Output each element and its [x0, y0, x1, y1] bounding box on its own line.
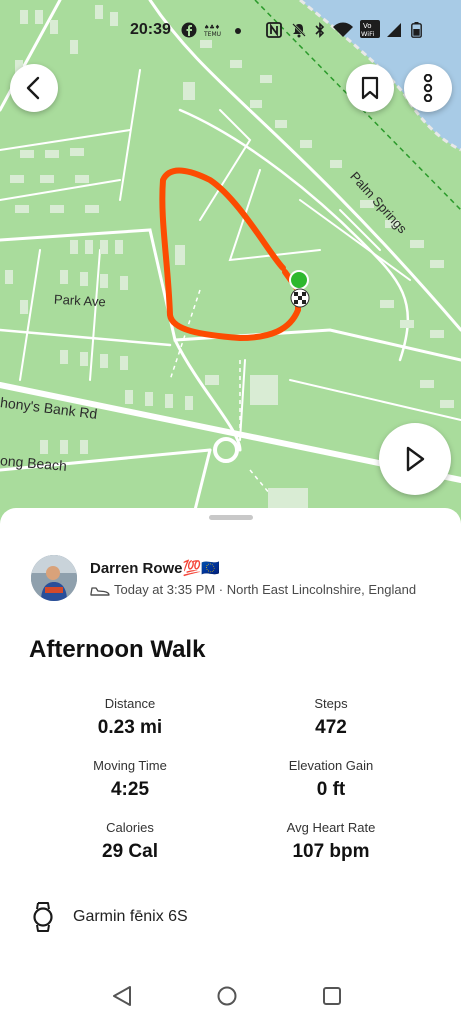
stat-value: 4:25	[110, 779, 150, 800]
stat-label: Distance	[104, 696, 156, 711]
bluetooth-icon	[315, 22, 325, 38]
stat-elevation-gain: Elevation Gain 0 ft	[231, 758, 431, 801]
stat-label: Calories	[106, 820, 154, 835]
signal-icon	[387, 23, 401, 37]
stat-value: 29 Cal	[102, 841, 158, 862]
svg-text:♠♣♦: ♠♣♦	[204, 24, 220, 31]
svg-text:WiFi: WiFi	[361, 30, 374, 38]
back-arrow-icon	[26, 76, 40, 100]
svg-text:TEMU: TEMU	[204, 31, 221, 38]
wifi-icon	[333, 22, 353, 37]
nfc-icon	[266, 22, 282, 38]
stat-steps: Steps 472	[231, 696, 431, 739]
battery-icon	[411, 22, 422, 38]
finish-marker	[290, 288, 310, 308]
svg-text:Vo: Vo	[363, 22, 372, 30]
start-marker	[289, 270, 309, 290]
stat-distance: Distance 0.23 mi	[30, 696, 230, 739]
play-icon	[406, 446, 425, 472]
activity-meta-text: Today at 3:35 PM · North East Lincolnshi…	[114, 582, 417, 597]
mute-icon	[292, 23, 306, 38]
status-time: 20:39	[130, 21, 171, 38]
device-row[interactable]: Garmin fēnix 6S	[32, 902, 188, 932]
athlete-name[interactable]: Darren Rowe💯🇪🇺	[90, 559, 220, 577]
map-label-park-ave: Park Ave	[53, 291, 107, 310]
more-vertical-icon	[423, 74, 433, 102]
status-bar: 20:39 ♠♣♦ TEMU Vo WiFi	[0, 0, 461, 56]
bookmark-button[interactable]	[346, 64, 394, 112]
stat-label: Steps	[314, 696, 348, 711]
play-flyover-button[interactable]	[379, 423, 451, 495]
activity-sheet: Darren Rowe💯🇪🇺 Today at 3:35 PM · North …	[0, 508, 461, 964]
avatar[interactable]	[31, 555, 77, 601]
watch-icon	[33, 902, 53, 932]
more-options-button[interactable]	[404, 64, 452, 112]
activity-meta: Today at 3:35 PM · North East Lincolnshi…	[90, 582, 416, 597]
vowifi-icon: VoWiFi	[360, 20, 380, 38]
back-button[interactable]	[10, 64, 58, 112]
stat-label: Elevation Gain	[288, 758, 374, 773]
activity-title: Afternoon Walk	[29, 636, 206, 663]
stat-value: 0.23 mi	[97, 717, 163, 738]
bookmark-icon	[361, 76, 379, 100]
stat-label: Avg Heart Rate	[286, 820, 376, 835]
dot-icon	[235, 28, 241, 34]
system-nav-bar	[0, 964, 461, 1024]
stat-value: 107 bpm	[292, 841, 370, 862]
shoe-icon	[90, 586, 110, 596]
facebook-icon	[181, 22, 197, 38]
stat-avg-heart-rate: Avg Heart Rate 107 bpm	[231, 820, 431, 863]
stat-moving-time: Moving Time 4:25	[30, 758, 230, 801]
nav-back-icon[interactable]	[110, 984, 134, 1008]
temu-icon: ♠♣♦TEMU	[204, 24, 221, 38]
stat-calories: Calories 29 Cal	[30, 820, 230, 863]
nav-recents-icon[interactable]	[320, 984, 344, 1008]
device-name: Garmin fēnix 6S	[73, 908, 188, 925]
stat-value: 472	[315, 717, 347, 738]
drag-handle[interactable]	[209, 515, 253, 520]
stat-label: Moving Time	[93, 758, 167, 773]
nav-home-icon[interactable]	[215, 984, 239, 1008]
route-map[interactable]: Park Ave hony's Bank Rd ong Beach Palm S…	[0, 0, 461, 530]
stat-value: 0 ft	[316, 779, 346, 800]
